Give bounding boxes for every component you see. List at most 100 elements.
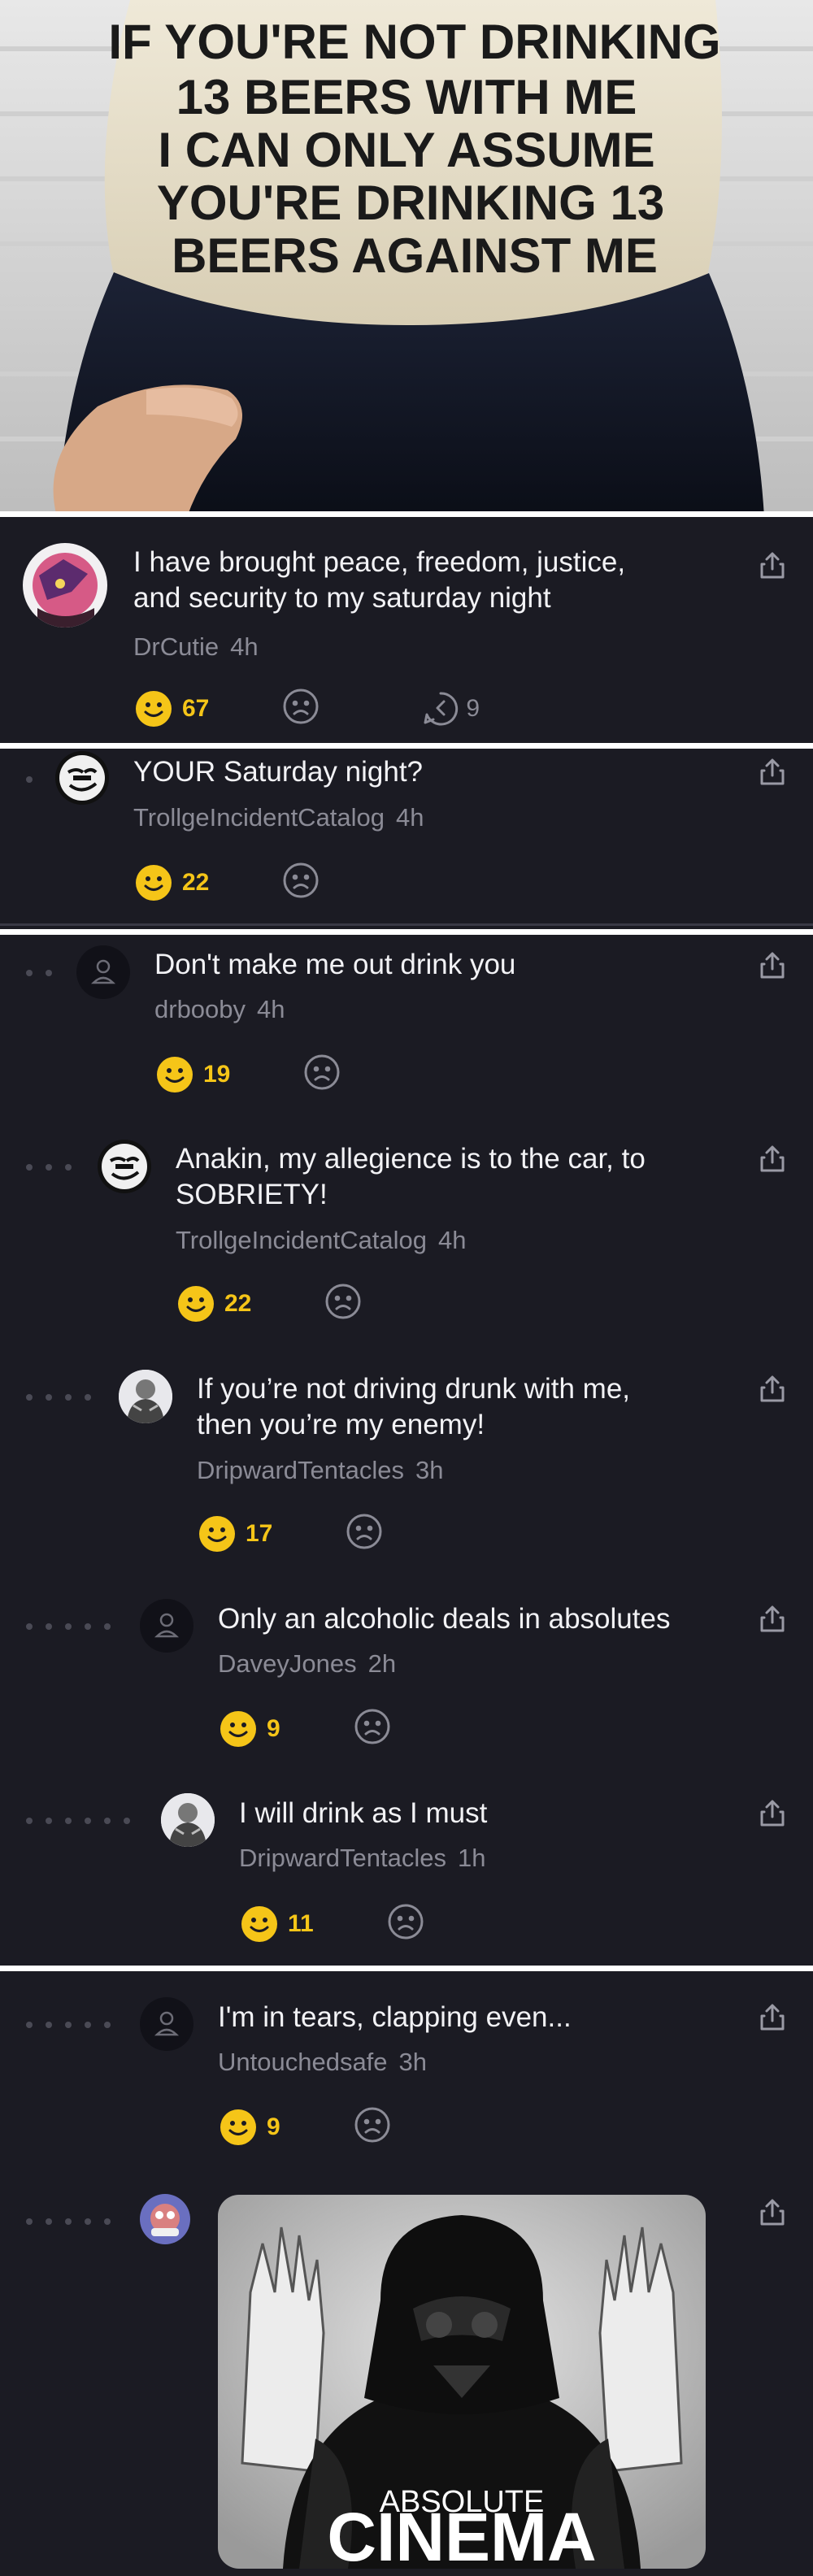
smile-icon	[220, 2109, 256, 2145]
like-count: 22	[224, 1289, 252, 1317]
thread-depth-indicator	[26, 1164, 72, 1171]
comment-time: 4h	[257, 995, 285, 1023]
frown-reaction-button[interactable]	[282, 862, 320, 903]
smile-icon	[178, 1285, 214, 1322]
default-avatar-icon[interactable]	[140, 1997, 193, 2051]
comment-text: YOUR Saturday night?	[133, 756, 424, 788]
smile-reaction-button[interactable]: 22	[177, 1285, 251, 1323]
comment-text: Anakin, my allegience is to the car, to …	[176, 1143, 646, 1210]
comment-meta: DripwardTentacles 1h	[239, 1844, 485, 1873]
commenter-avatar[interactable]	[161, 1793, 215, 1847]
comment-author[interactable]: TrollgeIncidentCatalog	[176, 1226, 427, 1254]
comment-meta: DripwardTentacles 3h	[197, 1456, 443, 1485]
commenter-avatar[interactable]	[55, 751, 109, 805]
smile-reaction-button[interactable]: 9	[220, 1710, 280, 1748]
like-count: 9	[267, 2113, 280, 2140]
frown-icon	[354, 1709, 390, 1744]
post-time: 4h	[230, 632, 259, 661]
frown-reaction-button[interactable]	[282, 688, 320, 729]
comment-text: If you’re not driving drunk with me, the…	[197, 1373, 631, 1440]
hat-line-4: YOU'RE DRINKING 13	[157, 176, 664, 230]
share-icon[interactable]	[756, 756, 789, 788]
comment-text: Only an alcoholic deals in absolutes	[218, 1603, 671, 1635]
frown-reaction-button[interactable]	[354, 1708, 391, 1749]
comment-reactions: 9	[220, 2106, 391, 2148]
reply-button[interactable]: 9	[422, 690, 480, 728]
smile-reaction-button[interactable]: 17	[198, 1515, 272, 1553]
comment-meta: DaveyJones 2h	[218, 1649, 396, 1679]
frown-reaction-button[interactable]	[387, 1903, 424, 1944]
share-icon[interactable]	[756, 1143, 789, 1175]
comment-text: I'm in tears, clapping even...	[218, 2001, 572, 2033]
share-icon[interactable]	[756, 1373, 789, 1405]
comment-reactions: 17	[198, 1513, 383, 1554]
reply-image-meme[interactable]: ABSOLUTE CINEMA	[218, 2195, 706, 2569]
commenter-avatar[interactable]	[98, 1140, 151, 1193]
post-meta: DrCutie 4h	[133, 632, 259, 662]
comment-author[interactable]: DaveyJones	[218, 1649, 357, 1678]
smile-icon	[199, 1515, 235, 1552]
like-count: 22	[182, 868, 210, 896]
comment-reactions: 11	[241, 1903, 424, 1944]
post-author[interactable]: DrCutie	[133, 632, 219, 661]
comment-author[interactable]: DripwardTentacles	[239, 1844, 446, 1872]
post-reactions: 67 9	[135, 688, 480, 729]
frown-reaction-button[interactable]	[346, 1513, 383, 1554]
smile-reaction-button[interactable]: 19	[156, 1056, 230, 1093]
like-count: 17	[246, 1519, 273, 1547]
divider	[0, 743, 813, 749]
share-icon[interactable]	[756, 2001, 789, 2034]
smile-icon	[220, 1710, 256, 1747]
smile-icon	[157, 1056, 193, 1093]
comment-reactions: 9	[220, 1708, 391, 1749]
comment-time: 2h	[367, 1649, 397, 1678]
comment-meta: drbooby 4h	[154, 995, 285, 1024]
default-avatar-icon[interactable]	[76, 945, 130, 999]
share-icon[interactable]	[756, 550, 789, 582]
frown-reaction-button[interactable]	[354, 2106, 391, 2148]
comment-author[interactable]: DripwardTentacles	[197, 1456, 404, 1484]
frown-reaction-button[interactable]	[324, 1283, 362, 1324]
like-count: 19	[203, 1060, 231, 1088]
default-avatar-icon[interactable]	[140, 1599, 193, 1653]
smile-icon	[136, 690, 172, 727]
frown-icon	[325, 1284, 361, 1319]
comment-text: I will drink as I must	[239, 1797, 488, 1829]
smile-reaction-button[interactable]: 67	[135, 690, 209, 728]
share-icon[interactable]	[756, 2196, 789, 2229]
comment-reactions: 19	[156, 1053, 341, 1095]
comment-meta: Untouchedsafe 3h	[218, 2048, 427, 2077]
share-icon[interactable]	[756, 949, 789, 982]
reply-icon	[424, 691, 459, 725]
smile-reaction-button[interactable]: 9	[220, 2109, 280, 2146]
comment-meta: TrollgeIncidentCatalog 4h	[133, 803, 424, 832]
thread-depth-indicator	[26, 1623, 111, 1630]
like-count: 67	[182, 694, 210, 722]
divider	[0, 511, 813, 517]
frown-icon	[283, 862, 319, 898]
comment-time: 3h	[415, 1456, 444, 1484]
frown-reaction-button[interactable]	[303, 1053, 341, 1095]
post-image[interactable]: IF YOU'RE NOT DRINKING 13 BEERS WITH ME …	[0, 0, 813, 517]
smile-reaction-button[interactable]: 22	[135, 864, 209, 901]
divider	[0, 1966, 813, 1971]
smile-reaction-button[interactable]: 11	[241, 1905, 314, 1943]
like-count: 11	[288, 1909, 314, 1937]
comment-time: 1h	[458, 1844, 486, 1872]
commenter-avatar[interactable]	[119, 1370, 172, 1423]
frown-icon	[354, 2107, 390, 2143]
post-avatar[interactable]	[23, 543, 107, 628]
commenter-avatar[interactable]	[140, 2194, 190, 2244]
hat-line-1: IF YOU'RE NOT DRINKING	[108, 15, 720, 69]
comment-author[interactable]: Untouchedsafe	[218, 2048, 388, 2076]
frown-icon	[304, 1054, 340, 1090]
comment-time: 4h	[396, 803, 424, 832]
share-icon[interactable]	[756, 1797, 789, 1830]
smile-icon	[136, 864, 172, 901]
hat-line-5: BEERS AGAINST ME	[172, 228, 658, 283]
comment-author[interactable]: TrollgeIncidentCatalog	[133, 803, 385, 832]
comment-author[interactable]: drbooby	[154, 995, 246, 1023]
share-icon[interactable]	[756, 1603, 789, 1636]
meme-caption-line2: CINEMA	[327, 2499, 596, 2569]
hat-line-2: 13 BEERS WITH ME	[176, 70, 637, 124]
